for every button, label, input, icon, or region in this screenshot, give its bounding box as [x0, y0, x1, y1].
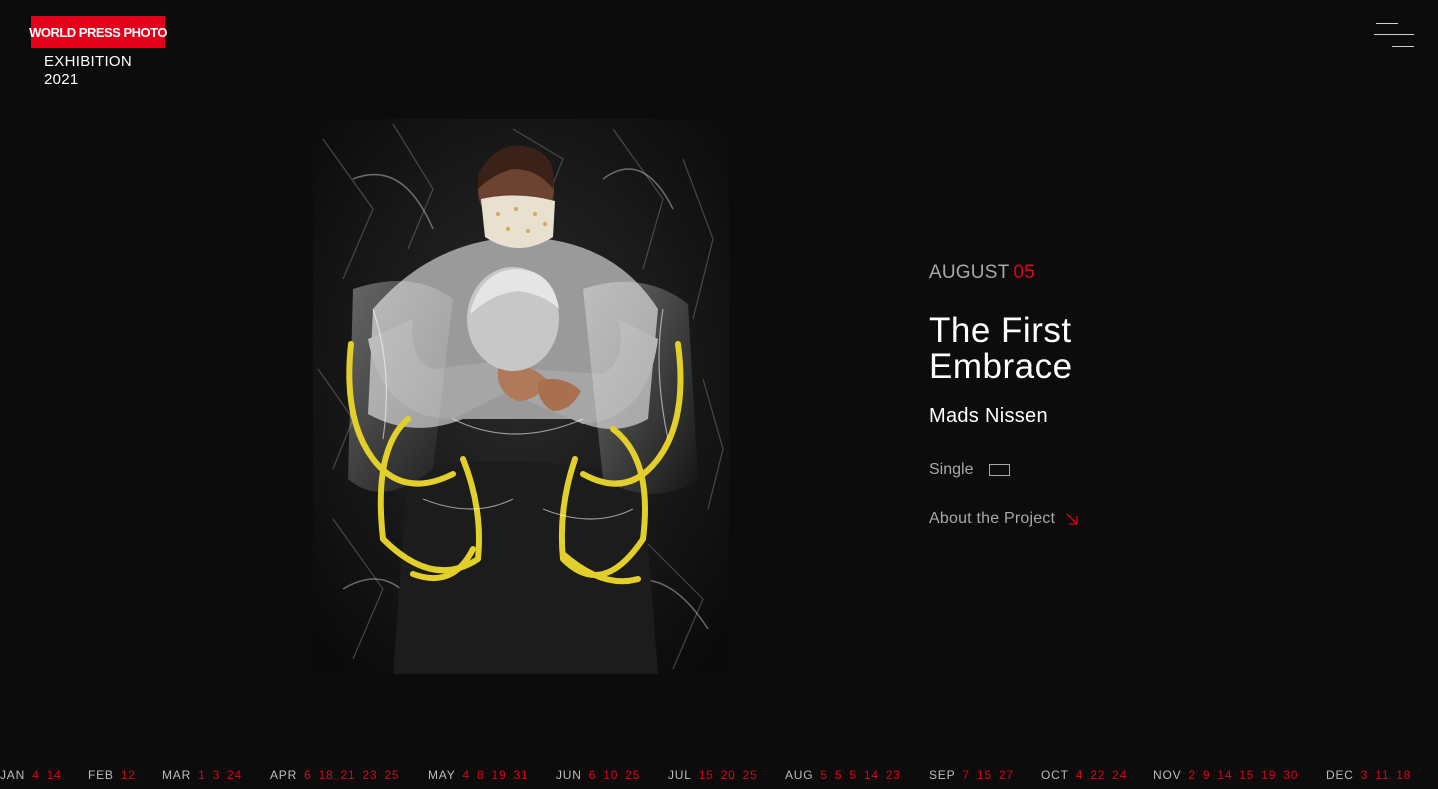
timeline-month-label: NOV	[1153, 768, 1182, 782]
timeline-month-label: JUN	[556, 768, 582, 782]
timeline-month-apr: APR 6 18 21 23 25	[270, 768, 399, 782]
timeline-month-label: JAN	[0, 768, 26, 782]
timeline-day-link[interactable]: 15	[1239, 768, 1254, 782]
timeline-day-link[interactable]: 5	[835, 768, 842, 782]
timeline-day-link[interactable]: 14	[47, 768, 62, 782]
timeline-month-label: JUL	[668, 768, 692, 782]
timeline-day-link[interactable]: 6	[304, 768, 311, 782]
single-frame-icon	[989, 464, 1011, 476]
exhibition-year: 2021	[44, 71, 79, 88]
timeline-month-label: MAR	[162, 768, 192, 782]
timeline-day-link[interactable]: 19	[1261, 768, 1276, 782]
timeline-bar: JAN 4 14 FEB 12 MAR 1 3 24 APR 6 18 21 23 25 MAY 4 8 19 31 J…	[0, 768, 1438, 786]
timeline-day-link[interactable]: 20	[721, 768, 736, 782]
about-project-link[interactable]: About the Project	[929, 510, 1079, 528]
timeline-day-link[interactable]: 23	[886, 768, 901, 782]
arrow-down-right-icon	[1065, 512, 1079, 526]
photographer-name: Mads Nissen	[929, 405, 1048, 427]
timeline-day-link[interactable]: 10	[603, 768, 618, 782]
timeline-day-link[interactable]: 2	[1188, 768, 1195, 782]
timeline-month-oct: OCT 4 22 24	[1041, 768, 1127, 782]
about-project-label: About the Project	[929, 510, 1056, 527]
timeline-month-dec: DEC 3 11 18	[1326, 768, 1411, 782]
timeline-day-link[interactable]: 21	[341, 768, 356, 782]
timeline-day-link[interactable]: 18	[319, 768, 334, 782]
timeline-day-link[interactable]: 23	[362, 768, 377, 782]
timeline-month-nov: NOV 2 9 14 15 19 30	[1153, 768, 1298, 782]
timeline-day-link[interactable]: 4	[32, 768, 39, 782]
timeline-month-jan: JAN 4 14	[0, 768, 62, 782]
timeline-day-link[interactable]: 11	[1375, 768, 1389, 782]
timeline-day-link[interactable]: 30	[1283, 768, 1298, 782]
timeline-day-link[interactable]: 15	[977, 768, 992, 782]
timeline-month-jun: JUN 6 10 25	[556, 768, 640, 782]
timeline-month-label: SEP	[929, 768, 956, 782]
menu-button[interactable]	[1372, 20, 1416, 50]
timeline-day-link[interactable]: 8	[477, 768, 484, 782]
exhibition-line-1: EXHIBITION	[44, 53, 133, 70]
timeline-day-link[interactable]: 12	[121, 768, 136, 782]
world-press-photo-logo[interactable]: WORLD PRESS PHOTO	[29, 16, 167, 48]
timeline-day-link[interactable]: 6	[589, 768, 596, 782]
timeline-day-link[interactable]: 14	[1217, 768, 1232, 782]
photo-image	[313, 119, 729, 674]
date-day: 05	[1013, 262, 1035, 283]
timeline-month-sep: SEP 7 15 27	[929, 768, 1014, 782]
timeline-day-link[interactable]: 27	[999, 768, 1014, 782]
timeline-day-link[interactable]: 24	[227, 768, 242, 782]
photo-category: Single	[929, 461, 1011, 479]
timeline-day-link[interactable]: 1	[198, 768, 205, 782]
timeline-day-link[interactable]: 15	[699, 768, 714, 782]
timeline-month-may: MAY 4 8 19 31	[428, 768, 528, 782]
timeline-month-label: AUG	[785, 768, 814, 782]
timeline-month-mar: MAR 1 3 24	[162, 768, 242, 782]
timeline-day-link[interactable]: 3	[213, 768, 220, 782]
category-label: Single	[929, 461, 974, 478]
timeline-month-label: APR	[270, 768, 298, 782]
timeline-day-link[interactable]: 4	[1076, 768, 1083, 782]
page: WORLD PRESS PHOTO EXHIBITION 2021 AUGUST…	[0, 0, 1438, 789]
timeline-month-label: MAY	[428, 768, 456, 782]
timeline-day-link[interactable]: 25	[743, 768, 758, 782]
timeline-day-link[interactable]: 7	[962, 768, 969, 782]
timeline-day-link[interactable]: 19	[491, 768, 506, 782]
timeline-day-link[interactable]: 25	[625, 768, 640, 782]
timeline-day-link[interactable]: 25	[384, 768, 399, 782]
timeline-month-jul: JUL 15 20 25	[668, 768, 758, 782]
timeline-day-link[interactable]: 14	[864, 768, 879, 782]
photo-title-line-1: The First	[929, 311, 1072, 350]
timeline-month-label: OCT	[1041, 768, 1069, 782]
photo-title-line-2: Embrace	[929, 347, 1073, 386]
timeline-day-link[interactable]: 5	[849, 768, 856, 782]
timeline-month-feb: FEB 12	[88, 768, 136, 782]
photo-title: The First Embrace	[929, 313, 1189, 385]
exhibition-label: EXHIBITION 2021	[44, 53, 132, 89]
featured-photo[interactable]	[313, 119, 729, 674]
timeline-day-link[interactable]: 3	[1361, 768, 1368, 782]
timeline-day-link[interactable]: 5	[820, 768, 827, 782]
timeline-day-link[interactable]: 4	[463, 768, 470, 782]
timeline-day-link[interactable]: 9	[1203, 768, 1210, 782]
date-month: AUGUST	[929, 262, 1010, 283]
timeline-day-link[interactable]: 31	[513, 768, 528, 782]
timeline-month-aug: AUG 5 5 5 14 23	[785, 768, 901, 782]
timeline-day-link[interactable]: 24	[1112, 768, 1127, 782]
timeline-month-label: FEB	[88, 768, 114, 782]
photo-date: AUGUST 05	[929, 262, 1035, 284]
timeline-day-link[interactable]: 22	[1090, 768, 1105, 782]
timeline-month-label: DEC	[1326, 768, 1354, 782]
timeline-day-link[interactable]: 18	[1396, 768, 1411, 782]
